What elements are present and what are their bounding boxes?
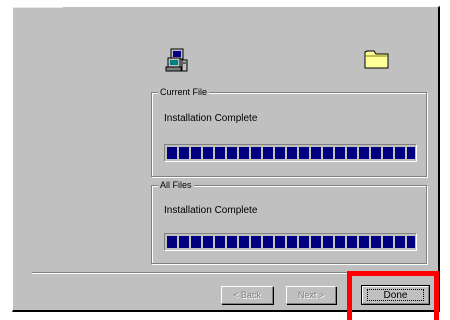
current-file-status: Installation Complete <box>164 113 258 124</box>
next-button[interactable]: Next > <box>286 286 336 304</box>
all-files-status: Installation Complete <box>164 205 258 216</box>
done-button[interactable]: Done <box>361 285 430 305</box>
all-files-legend: All Files <box>158 178 194 192</box>
all-files-group: All Files Installation Complete <box>151 178 427 264</box>
back-button[interactable]: < Back <box>221 286 273 304</box>
all-files-progress-bar <box>164 233 417 251</box>
current-file-progress-bar <box>164 144 417 162</box>
button-divider <box>32 272 430 274</box>
current-file-progress-fill <box>167 147 415 159</box>
folder-icon <box>364 50 389 69</box>
done-button-label: Done <box>383 290 408 301</box>
all-files-progress-fill <box>167 236 415 248</box>
current-file-legend: Current File <box>158 85 210 99</box>
setup-computer-icon <box>165 48 188 72</box>
window-edge <box>13 7 63 8</box>
current-file-group: Current File Installation Complete <box>151 85 427 177</box>
